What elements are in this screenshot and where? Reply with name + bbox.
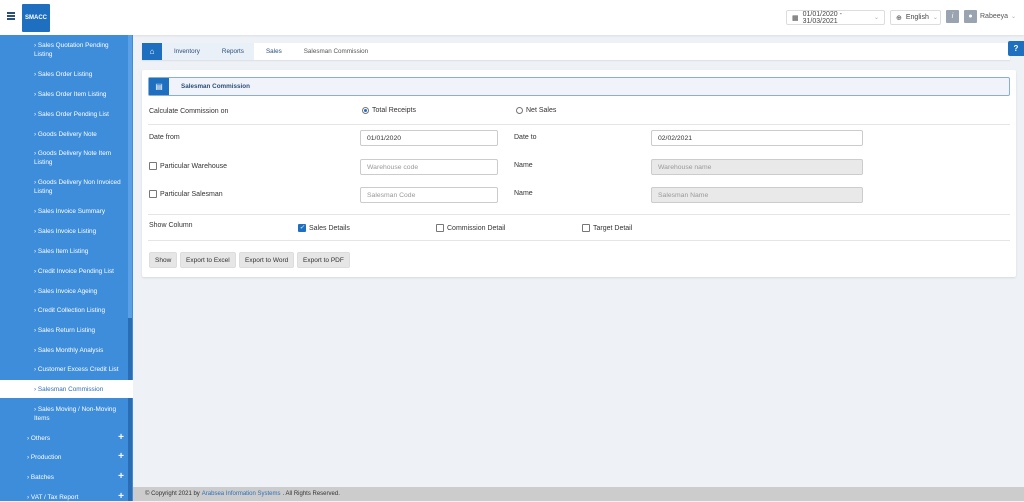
date-to-input[interactable] <box>651 130 863 146</box>
plus-icon[interactable]: + <box>118 492 124 502</box>
hamburger-menu-icon[interactable] <box>7 12 15 20</box>
sidebar-item[interactable]: › Sales Order Pending List <box>0 110 128 119</box>
date-from-label: Date from <box>149 134 180 141</box>
sidebar-item[interactable]: › Sales Order Item Listing <box>0 90 128 99</box>
footer: © Copyright 2021 by Arabsea Information S… <box>133 487 1024 501</box>
salesman-name-label: Name <box>514 190 533 197</box>
sidebar-item[interactable]: › Credit Collection Listing <box>0 306 128 315</box>
sidebar-group-label: › VAT / Tax Report <box>27 494 79 501</box>
sidebar-group-label: › Others <box>27 435 51 442</box>
sales-details-checkbox[interactable]: ✓ Sales Details <box>298 224 350 232</box>
language-select[interactable]: ⊕ English ⌄ <box>890 10 941 25</box>
net-sales-radio[interactable]: Net Sales <box>516 107 556 114</box>
salesman-commission-card: ▤ Salesman Commission Calculate Commissio… <box>142 70 1016 277</box>
date-range-picker[interactable]: ▦ 01/01/2020 - 31/03/2021 ⌄ <box>786 10 885 25</box>
chevron-down-icon: ⌄ <box>873 15 879 21</box>
warehouse-code-input[interactable] <box>360 159 498 175</box>
top-bar: SMACC ▦ 01/01/2020 - 31/03/2021 ⌄ ⊕ English… <box>0 0 1024 35</box>
sidebar-item[interactable]: › Sales Invoice Summary <box>0 207 128 216</box>
plus-icon[interactable]: + <box>118 472 124 482</box>
user-menu[interactable]: Rabeeya ⌄ <box>980 13 1016 20</box>
company-link[interactable]: Arabsea Information Systems <box>202 491 281 497</box>
plus-icon[interactable]: + <box>118 433 124 443</box>
calendar-icon: ▦ <box>792 14 799 22</box>
calc-commission-label: Calculate Commission on <box>149 108 229 115</box>
warehouse-name-input[interactable] <box>651 159 863 175</box>
sidebar-group[interactable]: › Batches + <box>0 472 128 482</box>
sidebar-scrollbar[interactable] <box>128 35 132 501</box>
user-name: Rabeeya <box>980 13 1009 20</box>
commission-detail-checkbox[interactable]: Commission Detail <box>436 224 505 232</box>
footer-suffix: . All Rights Reserved. <box>282 491 340 497</box>
sidebar-item[interactable]: › Sales Invoice Listing <box>0 227 128 236</box>
sidebar-item[interactable]: › Sales Item Listing <box>0 247 128 256</box>
card-title: Salesman Commission <box>181 83 250 90</box>
breadcrumb-reports[interactable]: Reports <box>209 43 254 60</box>
sidebar-item[interactable]: › Sales Invoice Ageing <box>0 287 128 296</box>
sidebar-item[interactable]: › Sales Order Listing <box>0 70 128 79</box>
footer-copyright: © Copyright 2021 by <box>145 491 200 497</box>
breadcrumb-current: Salesman Commission <box>303 48 369 55</box>
export-excel-button[interactable]: Export to Excel <box>180 252 236 268</box>
language-text: English <box>905 14 929 21</box>
salesman-name-input[interactable] <box>651 187 863 203</box>
sidebar-group[interactable]: › Others + <box>0 433 128 443</box>
date-range-text: 01/01/2020 - 31/03/2021 <box>802 10 842 25</box>
breadcrumb: ⌂ Inventory Reports Sales Salesman Commi… <box>142 43 1010 60</box>
info-button[interactable]: i <box>946 10 959 23</box>
report-icon: ▤ <box>149 78 169 95</box>
sidebar-item[interactable]: › Sales Moving / Non-Moving Items <box>0 405 128 423</box>
date-from-input[interactable] <box>360 130 498 146</box>
sidebar-item[interactable]: › Customer Excess Credit List <box>0 365 128 374</box>
target-detail-checkbox[interactable]: Target Detail <box>582 224 632 232</box>
sidebar-group-label: › Batches <box>27 474 54 481</box>
particular-warehouse-checkbox[interactable]: Particular Warehouse <box>149 162 227 170</box>
sidebar-item[interactable]: › Sales Quotation Pending Listing <box>0 41 128 59</box>
sidebar-group[interactable]: › Production + <box>0 452 128 462</box>
home-icon[interactable]: ⌂ <box>142 43 162 60</box>
card-title-bar: ▤ Salesman Commission <box>148 77 1010 96</box>
globe-icon: ⊕ <box>896 14 902 22</box>
plus-icon[interactable]: + <box>118 452 124 462</box>
total-receipts-radio[interactable]: Total Receipts <box>362 107 416 114</box>
export-word-button[interactable]: Export to Word <box>239 252 295 268</box>
sidebar-item[interactable]: › Goods Delivery Note <box>0 130 128 139</box>
sidebar-item[interactable]: › Sales Monthly Analysis <box>0 346 128 355</box>
sidebar-item[interactable]: › Credit Invoice Pending List <box>0 267 128 276</box>
smacc-logo[interactable]: SMACC <box>22 4 50 32</box>
salesman-code-input[interactable] <box>360 187 498 203</box>
show-button[interactable]: Show <box>149 252 178 268</box>
show-column-label: Show Column <box>149 222 193 229</box>
export-pdf-button[interactable]: Export to PDF <box>297 252 350 268</box>
sidebar-item[interactable]: › Sales Return Listing <box>0 326 128 335</box>
particular-salesman-checkbox[interactable]: Particular Salesman <box>149 190 223 198</box>
sidebar-item[interactable]: › Salesman Commission <box>0 380 133 398</box>
sidebar-group-label: › Production <box>27 454 62 461</box>
date-to-label: Date to <box>514 134 537 141</box>
warehouse-name-label: Name <box>514 162 533 169</box>
user-avatar-icon[interactable]: ● <box>964 10 977 23</box>
sidebar-item[interactable]: › Goods Delivery Note Item Listing <box>0 149 128 167</box>
sidebar-item[interactable]: › Goods Delivery Non Invoiced Listing <box>0 178 128 196</box>
chevron-down-icon: ⌄ <box>932 15 938 21</box>
breadcrumb-inventory[interactable]: Inventory <box>162 43 210 60</box>
help-button[interactable]: ? <box>1008 41 1024 56</box>
breadcrumb-sales[interactable]: Sales <box>254 43 292 60</box>
